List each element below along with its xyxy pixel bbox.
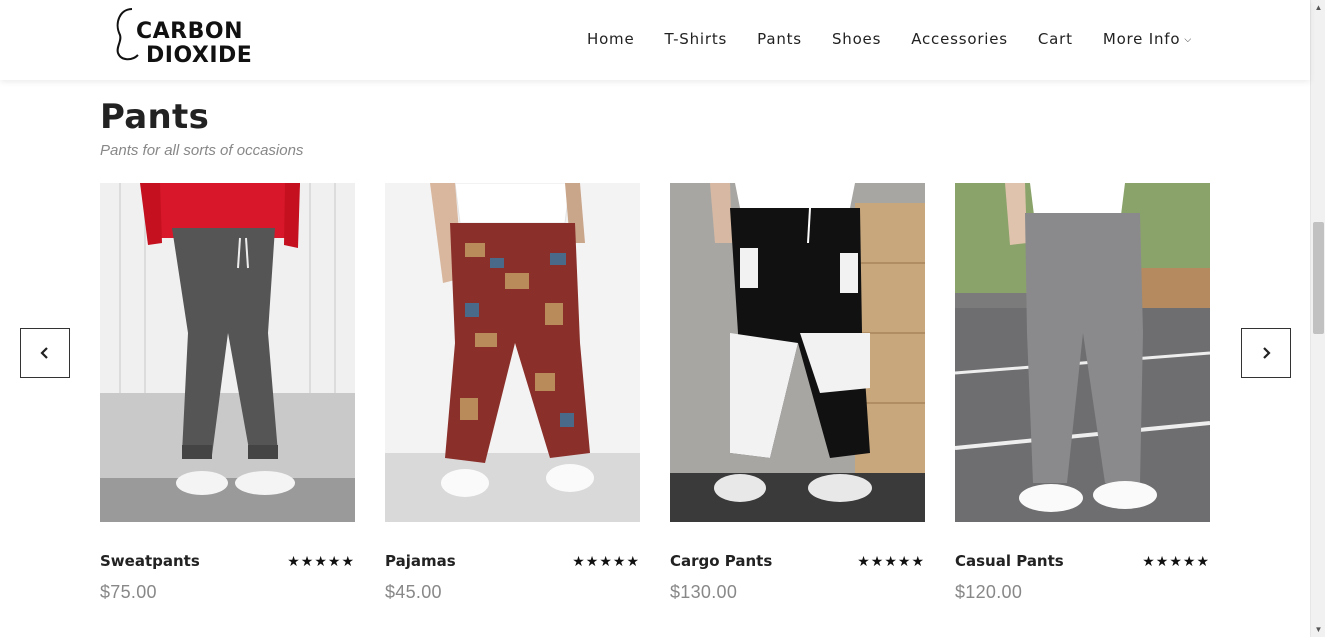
product-price: $75.00 bbox=[100, 582, 157, 602]
section-subtitle: Pants for all sorts of occasions bbox=[100, 142, 304, 159]
product-name[interactable]: Casual Pants bbox=[955, 552, 1064, 570]
star-rating: ★★★★★ bbox=[1142, 553, 1210, 569]
nav-more-info[interactable]: More Info ⌵ bbox=[1103, 30, 1192, 48]
product-price: $130.00 bbox=[670, 582, 738, 602]
nav-cart[interactable]: Cart bbox=[1038, 30, 1073, 48]
product-name[interactable]: Pajamas bbox=[385, 552, 456, 570]
carousel-next-button[interactable] bbox=[1241, 328, 1291, 378]
logo-text-line1: CARBON bbox=[136, 19, 243, 44]
product-image[interactable] bbox=[100, 183, 355, 522]
nav-home[interactable]: Home bbox=[587, 30, 635, 48]
star-rating: ★★★★★ bbox=[287, 553, 355, 569]
product-card[interactable]: Sweatpants ★★★★★ $75.00 bbox=[100, 183, 355, 602]
product-card[interactable]: Pajamas ★★★★★ $45.00 bbox=[385, 183, 640, 602]
chevron-left-icon bbox=[40, 347, 48, 359]
nav-accessories[interactable]: Accessories bbox=[911, 30, 1008, 48]
star-rating: ★★★★★ bbox=[572, 553, 640, 569]
scroll-up-arrow-icon[interactable]: ▲ bbox=[1311, 0, 1325, 15]
product-card[interactable]: Casual Pants ★★★★★ $120.00 bbox=[955, 183, 1210, 602]
main-nav: Home T-Shirts Pants Shoes Accessories Ca… bbox=[557, 30, 1192, 48]
logo-text-line2: DIOXIDE bbox=[146, 43, 253, 68]
product-name[interactable]: Sweatpants bbox=[100, 552, 200, 570]
chevron-down-icon: ⌵ bbox=[1184, 35, 1192, 45]
product-price: $120.00 bbox=[955, 582, 1023, 602]
scrollbar-thumb[interactable] bbox=[1313, 222, 1324, 334]
nav-t-shirts[interactable]: T-Shirts bbox=[664, 30, 727, 48]
product-image[interactable] bbox=[955, 183, 1210, 522]
scroll-down-arrow-icon[interactable]: ▼ bbox=[1311, 622, 1325, 637]
product-price: $45.00 bbox=[385, 582, 442, 602]
section-title: Pants bbox=[100, 97, 210, 137]
carousel-prev-button[interactable] bbox=[20, 328, 70, 378]
brand-logo[interactable]: CARBON DIOXIDE bbox=[112, 5, 257, 71]
page-scrollbar[interactable]: ▲ ▼ bbox=[1310, 0, 1325, 637]
product-image[interactable] bbox=[385, 183, 640, 522]
site-header: CARBON DIOXIDE Home T-Shirts Pants Shoes… bbox=[0, 0, 1310, 80]
product-card[interactable]: Cargo Pants ★★★★★ $130.00 bbox=[670, 183, 925, 602]
star-rating: ★★★★★ bbox=[857, 553, 925, 569]
product-image[interactable] bbox=[670, 183, 925, 522]
chevron-right-icon bbox=[1263, 347, 1271, 359]
nav-more-info-label: More Info bbox=[1102, 30, 1181, 48]
nav-shoes[interactable]: Shoes bbox=[832, 30, 881, 48]
product-name[interactable]: Cargo Pants bbox=[670, 552, 772, 570]
nav-pants[interactable]: Pants bbox=[757, 30, 802, 48]
